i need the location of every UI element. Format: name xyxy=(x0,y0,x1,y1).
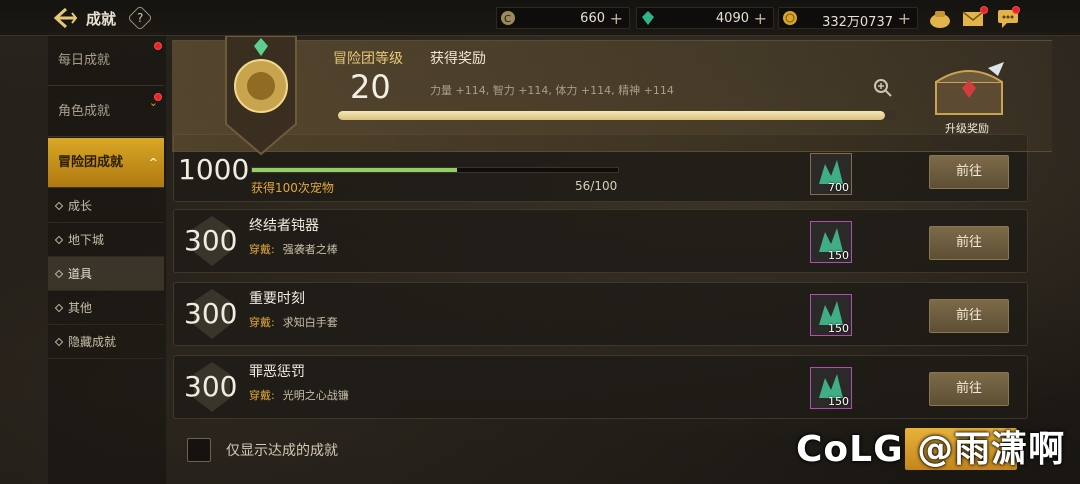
achievement-title: 重要时刻 xyxy=(249,291,305,307)
go-button[interactable]: 前往 xyxy=(929,155,1009,189)
achievement-requirement: 穿戴: 求知白手套 xyxy=(249,314,338,330)
achievement-title: 终结者钝器 xyxy=(249,218,319,234)
sidebar-sub-items[interactable]: 道具 xyxy=(48,257,164,291)
bag-icon[interactable] xyxy=(928,7,952,29)
sidebar-item-character[interactable]: 角色成就 ⌄ xyxy=(48,87,164,137)
requirement-key: 穿戴: xyxy=(249,243,275,256)
requirement-key: 穿戴: xyxy=(249,389,275,402)
sidebar-sub-growth[interactable]: 成长 xyxy=(48,189,164,223)
page-title: 成就 xyxy=(86,10,117,28)
reward-item-slot[interactable]: 150 xyxy=(810,221,852,263)
money-value: 332万0737 xyxy=(822,15,893,30)
daily-notification-dot xyxy=(154,42,162,50)
sidebar-sub-label: 隐藏成就 xyxy=(68,335,117,349)
coin-icon: C xyxy=(501,11,515,25)
sidebar-sub-hidden[interactable]: 隐藏成就 xyxy=(48,325,164,359)
svg-text:C: C xyxy=(504,14,511,25)
achievement-points: 1000 xyxy=(178,153,250,186)
requirement-key: 穿戴: xyxy=(249,316,275,329)
achievement-points: 300 xyxy=(184,224,238,257)
gem-currency: 4090 + xyxy=(636,7,774,29)
achievement-row: 300 罪恶惩罚 穿戴: 光明之心战镰 150 前往 xyxy=(173,355,1028,419)
sidebar-item-label: 角色成就 xyxy=(58,104,111,119)
chevron-down-icon: ⌄ xyxy=(148,96,158,109)
sidebar-sub-label: 成长 xyxy=(68,199,93,213)
sidebar-sub-label: 道具 xyxy=(68,267,93,281)
sidebar: 每日成就 角色成就 ⌄ 冒险团成就 ^ 成长 地下城 道具 其他 隐藏成就 xyxy=(48,36,166,484)
achievement-points: 300 xyxy=(184,297,238,330)
level-value: 20 xyxy=(350,68,391,106)
achievement-title: 罪恶惩罚 xyxy=(249,364,305,380)
reward-item-slot[interactable]: 700 xyxy=(810,153,852,195)
show-achieved-only-checkbox[interactable] xyxy=(187,438,211,462)
watermark: CoLG @雨潇啊 xyxy=(796,429,1066,470)
requirement-value: 求知白手套 xyxy=(282,316,338,329)
sidebar-sub-label: 其他 xyxy=(68,301,93,315)
mail-notification-dot xyxy=(980,6,988,14)
achievement-progress-count: 56/100 xyxy=(575,179,618,193)
top-bar: 成就 ? C 660 + 4090 + 332万0737 + xyxy=(0,0,1080,36)
achievement-requirement: 穿戴: 强袭者之棒 xyxy=(249,241,338,257)
diamond-icon xyxy=(54,201,64,211)
gold-coin-currency: C 660 + xyxy=(496,7,630,29)
sidebar-item-daily[interactable]: 每日成就 xyxy=(48,36,164,86)
sidebar-sub-label: 地下城 xyxy=(68,233,105,247)
treasure-chest-icon[interactable] xyxy=(932,62,1006,120)
reward-item-count: 150 xyxy=(828,249,849,262)
reward-item-slot[interactable]: 150 xyxy=(810,367,852,409)
sidebar-item-label: 每日成就 xyxy=(58,53,111,68)
zoom-icon[interactable] xyxy=(873,78,893,98)
diamond-icon xyxy=(54,235,64,245)
money-icon xyxy=(783,11,797,25)
go-button[interactable]: 前往 xyxy=(929,372,1009,406)
level-label: 冒险团等级 xyxy=(333,51,403,67)
achievement-progress-bar xyxy=(251,167,619,173)
reward-title: 获得奖励 xyxy=(430,51,486,67)
chevron-up-icon: ^ xyxy=(148,156,158,169)
chat-notification-dot xyxy=(1012,6,1020,14)
reward-item-count: 150 xyxy=(828,322,849,335)
achievement-points: 300 xyxy=(184,370,238,403)
achievement-progress-label: 获得100次宠物 xyxy=(251,181,334,195)
show-achieved-only-label: 仅显示达成的成就 xyxy=(226,443,338,459)
reward-item-count: 150 xyxy=(828,395,849,408)
diamond-icon xyxy=(54,303,64,313)
add-gem-button[interactable]: + xyxy=(754,9,767,28)
add-money-button[interactable]: + xyxy=(898,9,911,28)
money-currency: 332万0737 + xyxy=(778,7,918,30)
go-button[interactable]: 前往 xyxy=(929,299,1009,333)
go-button[interactable]: 前往 xyxy=(929,226,1009,260)
requirement-value: 光明之心战镰 xyxy=(282,389,349,402)
gem-icon xyxy=(642,11,654,25)
reward-item-slot[interactable]: 150 xyxy=(810,294,852,336)
add-gold-coin-button[interactable]: + xyxy=(610,9,623,28)
reward-item-count: 700 xyxy=(828,181,849,194)
reward-stats: 力量 +114, 智力 +114, 体力 +114, 精神 +114 xyxy=(430,84,674,97)
diamond-icon xyxy=(54,337,64,347)
sidebar-item-label: 冒险团成就 xyxy=(58,155,124,170)
achievement-requirement: 穿戴: 光明之心战镰 xyxy=(249,387,349,403)
lion-emblem-icon xyxy=(225,36,297,156)
help-icon[interactable]: ? xyxy=(127,5,153,31)
sidebar-sub-dungeon[interactable]: 地下城 xyxy=(48,223,164,257)
upgrade-reward-label: 升级奖励 xyxy=(945,122,989,135)
requirement-value: 强袭者之棒 xyxy=(282,243,338,256)
achievement-row: 300 终结者钝器 穿戴: 强袭者之棒 150 前往 xyxy=(173,209,1028,273)
diamond-icon xyxy=(54,269,64,279)
gold-coin-value: 660 xyxy=(580,11,605,26)
level-progress-bar xyxy=(338,111,896,120)
sidebar-item-adventure[interactable]: 冒险团成就 ^ xyxy=(48,138,164,188)
gem-value: 4090 xyxy=(715,11,749,26)
achievement-row: 300 重要时刻 穿戴: 求知白手套 150 前往 xyxy=(173,282,1028,346)
back-arrow-icon[interactable] xyxy=(52,6,80,30)
sidebar-sub-other[interactable]: 其他 xyxy=(48,291,164,325)
